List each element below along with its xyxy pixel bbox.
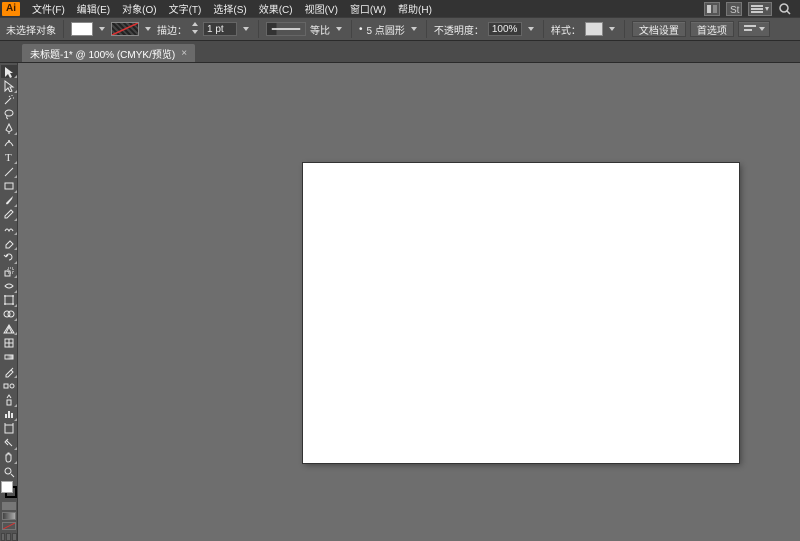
zoom-tool[interactable] — [1, 465, 17, 478]
profile-dropdown[interactable] — [334, 22, 344, 36]
separator — [63, 20, 64, 38]
shape-builder-tool[interactable] — [1, 308, 17, 321]
gradient-tool[interactable] — [1, 351, 17, 364]
gradient-color-button[interactable] — [2, 512, 16, 520]
toolbar-fill-swatch[interactable] — [1, 481, 13, 493]
artboard-tool[interactable] — [1, 422, 17, 435]
symbol-sprayer-tool[interactable] — [1, 393, 17, 406]
style-dropdown[interactable] — [607, 22, 617, 36]
workspace: T — [0, 63, 800, 541]
align-dropdown[interactable] — [738, 21, 770, 37]
separator — [426, 20, 427, 38]
artboard[interactable] — [303, 163, 739, 463]
document-tab-title: 未标题-1* @ 100% (CMYK/预览) — [30, 46, 175, 61]
selection-tool[interactable] — [1, 65, 17, 78]
column-graph-tool[interactable] — [1, 408, 17, 421]
stroke-weight-input[interactable]: 1 pt — [203, 22, 237, 36]
mesh-tool[interactable] — [1, 336, 17, 349]
menu-window[interactable]: 窗口(W) — [344, 1, 392, 16]
separator — [351, 20, 352, 38]
no-selection-label: 未选择对象 — [6, 22, 56, 37]
menu-bar: Ai 文件(F) 编辑(E) 对象(O) 文字(T) 选择(S) 效果(C) 视… — [0, 0, 800, 17]
line-tool[interactable] — [1, 165, 17, 178]
blend-tool[interactable] — [1, 379, 17, 392]
style-label: 样式： — [551, 22, 581, 37]
tools-panel: T — [0, 63, 18, 541]
workspace-icon-2[interactable]: St — [726, 2, 742, 16]
menu-effect[interactable]: 效果(C) — [253, 1, 299, 16]
width-tool[interactable] — [1, 279, 17, 292]
shaper-tool[interactable] — [1, 222, 17, 235]
screen-mode-buttons[interactable] — [1, 533, 17, 541]
document-tab[interactable]: 未标题-1* @ 100% (CMYK/预览) × — [22, 44, 195, 62]
rotate-tool[interactable] — [1, 251, 17, 264]
document-tab-bar: 未标题-1* @ 100% (CMYK/预览) × — [0, 41, 800, 63]
menu-file[interactable]: 文件(F) — [26, 1, 71, 16]
eraser-tool[interactable] — [1, 236, 17, 249]
free-transform-tool[interactable] — [1, 294, 17, 307]
paintbrush-tool[interactable] — [1, 194, 17, 207]
brush-dropdown[interactable] — [409, 22, 419, 36]
eyedropper-tool[interactable] — [1, 365, 17, 378]
slice-tool[interactable] — [1, 436, 17, 449]
pen-tool[interactable] — [1, 122, 17, 135]
stroke-profile-display[interactable] — [266, 22, 306, 36]
workspace-dropdown[interactable] — [748, 2, 772, 16]
stroke-weight-dropdown[interactable] — [241, 22, 251, 36]
fill-stroke-swatches[interactable] — [1, 481, 17, 498]
options-bar: 未选择对象 描边： 1 pt 等比 • 5 点圆形 不透明度： 100% 样式：… — [0, 17, 800, 41]
lasso-tool[interactable] — [1, 108, 17, 121]
separator — [258, 20, 259, 38]
style-swatch[interactable] — [585, 22, 603, 36]
menu-object[interactable]: 对象(O) — [116, 1, 162, 16]
none-color-button[interactable] — [2, 522, 16, 530]
menu-type[interactable]: 文字(T) — [163, 1, 208, 16]
menu-edit[interactable]: 编辑(E) — [71, 1, 116, 16]
svg-text:T: T — [5, 152, 12, 163]
menu-help[interactable]: 帮助(H) — [392, 1, 438, 16]
stroke-label: 描边： — [157, 22, 187, 37]
separator — [624, 20, 625, 38]
canvas[interactable] — [18, 63, 800, 541]
svg-text:St: St — [730, 5, 740, 15]
fill-dropdown[interactable] — [97, 22, 107, 36]
perspective-grid-tool[interactable] — [1, 322, 17, 335]
type-tool[interactable]: T — [1, 151, 17, 164]
point-bullet: • — [359, 24, 363, 35]
stroke-stepper-arrows[interactable] — [191, 21, 199, 38]
magic-wand-tool[interactable] — [1, 94, 17, 107]
preferences-button[interactable]: 首选项 — [690, 21, 734, 37]
opacity-dropdown[interactable] — [526, 22, 536, 36]
fill-swatch[interactable] — [71, 22, 93, 36]
uniform-label: 等比 — [310, 22, 330, 37]
curvature-tool[interactable] — [1, 136, 17, 149]
direct-selection-tool[interactable] — [1, 79, 17, 92]
search-icon[interactable] — [778, 2, 792, 16]
color-mode-buttons — [1, 502, 17, 530]
pencil-tool[interactable] — [1, 208, 17, 221]
document-setup-button[interactable]: 文档设置 — [632, 21, 686, 37]
workspace-switcher: St — [704, 2, 800, 16]
close-tab-button[interactable]: × — [181, 48, 187, 59]
separator — [543, 20, 544, 38]
opacity-label: 不透明度： — [434, 22, 484, 37]
menu-select[interactable]: 选择(S) — [207, 1, 252, 16]
rectangle-tool[interactable] — [1, 179, 17, 192]
stroke-swatch-dropdown[interactable] — [143, 22, 153, 36]
app-logo: Ai — [2, 2, 20, 16]
scale-tool[interactable] — [1, 265, 17, 278]
workspace-icon-1[interactable] — [704, 2, 720, 16]
hand-tool[interactable] — [1, 451, 17, 464]
solid-color-button[interactable] — [2, 502, 16, 510]
opacity-input[interactable]: 100% — [488, 22, 522, 36]
brush-label: 5 点圆形 — [367, 22, 405, 37]
menu-view[interactable]: 视图(V) — [299, 1, 344, 16]
stroke-swatch[interactable] — [111, 22, 139, 36]
